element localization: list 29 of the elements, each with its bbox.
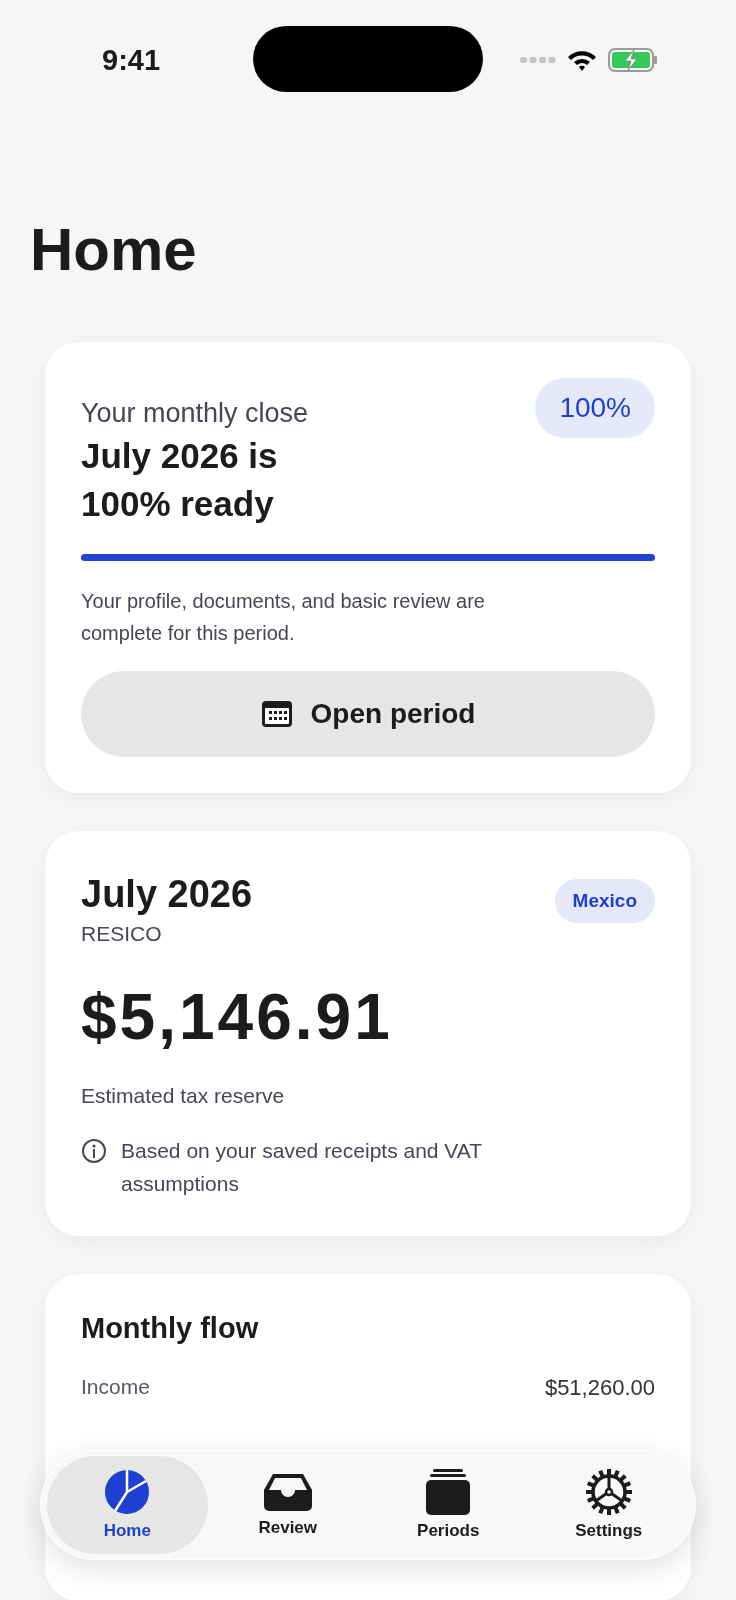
- amount-label: Estimated tax reserve: [81, 1084, 286, 1108]
- stacked-cards-icon: [425, 1469, 472, 1515]
- inbox-tray-icon: [262, 1472, 313, 1512]
- info-note: Based on your saved receipts and VAT assumptions: [121, 1138, 483, 1197]
- calendar-icon: [260, 700, 293, 728]
- tab-bar-item[interactable]: Home: [47, 1456, 208, 1554]
- pie-chart-icon: [104, 1469, 151, 1515]
- percent-badge: 100%: [535, 378, 655, 438]
- period-title: July 2026: [81, 873, 253, 916]
- card-title: Monthly flow: [81, 1312, 260, 1345]
- signal-icon: [520, 55, 556, 65]
- page-title: Home: [30, 220, 198, 280]
- status-time: 9:41: [102, 43, 161, 77]
- tab-bar-item[interactable]: Settings: [528, 1456, 689, 1554]
- tax-regime: RESICO: [81, 922, 163, 946]
- tab-bar-item[interactable]: Review: [207, 1456, 368, 1554]
- country-badge: Mexico: [554, 879, 655, 923]
- card-headline: July 2026 is 100% ready: [81, 435, 279, 525]
- card-label: Your monthly close: [81, 398, 309, 429]
- info-icon: [81, 1138, 107, 1164]
- card-description: Your profile, documents, and basic review are complete for this period.: [81, 589, 486, 646]
- settings-icon: [585, 1469, 632, 1515]
- tab-bar-item[interactable]: Periods: [368, 1456, 529, 1554]
- battery-charging-icon: [608, 48, 658, 72]
- open-period-button[interactable]: Open period: [81, 671, 655, 757]
- wifi-icon: [566, 48, 598, 72]
- flow-label: Income: [81, 1375, 150, 1400]
- flow-value: $51,260.00: [544, 1375, 655, 1401]
- tax-amount: $5,146.91: [81, 980, 394, 1054]
